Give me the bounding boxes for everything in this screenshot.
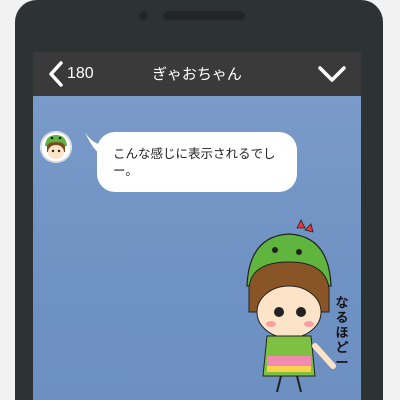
speaker-grille (163, 11, 245, 20)
screen: 180 ぎゃおちゃん こんな感じに表示されるでしー。 なるほどー (33, 52, 361, 400)
chat-area: こんな感じに表示されるでしー。 なるほどー (33, 96, 361, 400)
message-text: こんな感じに表示されるでしー。 (113, 146, 276, 178)
chevron-down-icon[interactable] (317, 64, 347, 84)
chat-title: ぎゃおちゃん (152, 65, 242, 83)
message-bubble[interactable]: こんな感じに表示されるでしー。 (97, 132, 297, 192)
dinosaur-avatar-icon (40, 131, 72, 163)
camera-dot (139, 11, 148, 20)
chat-header: 180 ぎゃおちゃん (33, 52, 361, 96)
sticker-caption: なるほどー (335, 296, 349, 371)
avatar[interactable] (40, 131, 72, 163)
